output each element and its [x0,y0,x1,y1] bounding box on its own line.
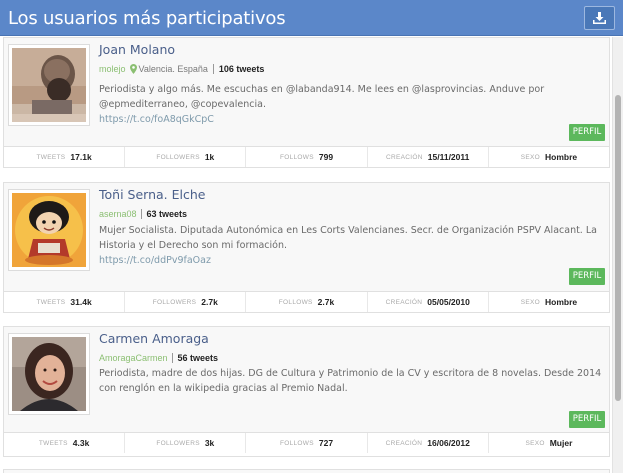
user-bio-link[interactable]: https://t.co/ddPv9faOaz [99,253,604,268]
stat-value: 799 [318,152,334,162]
user-bio: Periodista y algo más. Me escuchas en @l… [99,82,604,127]
user-name[interactable]: Carmen Amoraga [99,331,209,346]
stat-value: 15/11/2011 [427,152,470,162]
stat-followers: FOLLOWERS 1k [125,147,247,167]
stat-label: FOLLOWERS [156,439,200,447]
stat-label: CREACIÓN [385,439,423,447]
stat-value: 1k [204,152,215,162]
download-button[interactable] [584,6,615,30]
user-tweet-count: 106 tweets [218,64,265,74]
stat-label: SEXO [520,153,540,161]
stat-label: CREACIÓN [385,298,423,306]
stat-value: 16/06/2012 [427,438,470,448]
stat-sex: SEXO Hombre [489,292,609,312]
stat-label: FOLLOWS [279,439,314,447]
stat-label: TWEETS [36,298,66,306]
avatar-image [12,193,86,267]
user-name[interactable]: Joan Molano [99,42,175,57]
user-tweet-count: 56 tweets [177,353,219,363]
stat-value: 3k [204,438,215,448]
user-stats: TWEETS 31.4k FOLLOWERS 2.7k FOLLOWS 2.7k CR… [4,291,609,312]
stat-follows: FOLLOWS 2.7k [246,292,368,312]
user-stats: TWEETS 17.1k FOLLOWERS 1k FOLLOWS 799 CREAC… [4,146,609,167]
stat-label: FOLLOWS [278,298,313,306]
perfil-button[interactable]: PERFIL [569,411,605,428]
map-pin-icon [129,64,137,74]
meta-divider [140,209,142,219]
user-handle[interactable]: aserna08 [99,209,137,219]
user-card: Carmen Amoraga AmoragaCarmen 56 tweets P… [3,326,610,457]
user-tweet-count: 63 tweets [146,209,188,219]
stat-sex: SEXO Hombre [489,147,609,167]
stat-label: TWEETS [38,439,68,447]
stat-value: Hombre [544,297,578,307]
stat-value: 17.1k [70,152,92,162]
user-handle[interactable]: molejo [99,64,126,74]
stat-follows: FOLLOWS 799 [246,147,368,167]
user-location: Valencia. España [129,64,214,74]
stat-tweets: TWEETS 4.3k [4,433,126,453]
stat-creation: CREACIÓN 15/11/2011 [368,147,489,167]
stat-value: 4.3k [72,438,90,448]
user-bio-text: Periodista y algo más. Me escuchas en @l… [99,84,545,110]
user-card: Joan Molano molejo Valencia. España 106 … [3,37,610,168]
stat-label: FOLLOWERS [156,153,200,161]
stat-followers: FOLLOWERS 2.7k [125,292,247,312]
stat-follows: FOLLOWS 727 [246,433,368,453]
stat-value: 2.7k [317,297,335,307]
stat-value: 2.7k [201,297,218,307]
user-card-body: Joan Molano molejo Valencia. España 106 … [4,38,609,146]
scrollbar-thumb[interactable] [615,95,621,401]
panel-title: Los usuarios más participativos [8,8,286,29]
stat-label: FOLLOWERS [152,298,197,306]
stat-label: SEXO [520,298,540,306]
avatar-image [12,337,86,411]
perfil-button[interactable]: PERFIL [569,268,605,285]
user-bio: Mujer Socialista. Diputada Autonómica en… [99,223,604,268]
stat-tweets: TWEETS 17.1k [4,147,126,167]
avatar-image [12,48,86,122]
user-card: Toñi Serna. Elche aserna08 63 tweets Muj… [3,182,610,313]
avatar[interactable] [8,44,90,126]
stat-value: 31.4k [70,297,92,307]
user-meta: AmoragaCarmen 56 tweets [99,353,218,363]
stat-label: FOLLOWS [279,153,314,161]
user-bio-text: Mujer Socialista. Diputada Autonómica en… [99,225,597,251]
stat-creation: CREACIÓN 16/06/2012 [368,433,489,453]
user-location-text: Valencia. España [138,64,208,74]
stat-sex: SEXO Mujer [489,433,609,453]
scrollbar[interactable] [612,37,623,473]
user-card-body: Carmen Amoraga AmoragaCarmen 56 tweets P… [4,327,609,435]
stat-tweets: TWEETS 31.4k [4,292,126,312]
stat-label: TWEETS [36,153,66,161]
stat-value: Hombre [544,152,578,162]
stat-value: Mujer [549,438,573,448]
stat-value: 727 [318,438,334,448]
user-card-body: Toñi Serna. Elche aserna08 63 tweets Muj… [4,183,609,291]
stat-creation: CREACIÓN 05/05/2010 [368,292,489,312]
user-name[interactable]: Toñi Serna. Elche [99,187,205,202]
user-handle[interactable]: AmoragaCarmen [99,353,168,363]
avatar[interactable] [8,333,90,415]
perfil-button[interactable]: PERFIL [569,124,605,141]
download-icon [593,12,606,24]
stat-label: SEXO [525,439,545,447]
user-stats: TWEETS 4.3k FOLLOWERS 3k FOLLOWS 727 CREACI… [4,432,609,453]
stat-value: 05/05/2010 [427,297,470,307]
user-bio-text: Periodista, madre de dos hijas. DG de Cu… [99,368,602,394]
user-meta: aserna08 63 tweets [99,209,187,219]
user-bio: Periodista, madre de dos hijas. DG de Cu… [99,366,604,396]
meta-divider [171,353,173,363]
avatar[interactable] [8,189,90,271]
stat-followers: FOLLOWERS 3k [125,433,247,453]
panel-header: Los usuarios más participativos [0,0,623,36]
user-card [3,469,610,473]
user-bio-link[interactable]: https://t.co/foA8qGkCpC [99,112,604,127]
user-meta: molejo Valencia. España 106 tweets [99,64,264,74]
stat-label: CREACIÓN [386,153,423,161]
user-list: Joan Molano molejo Valencia. España 106 … [0,37,611,473]
